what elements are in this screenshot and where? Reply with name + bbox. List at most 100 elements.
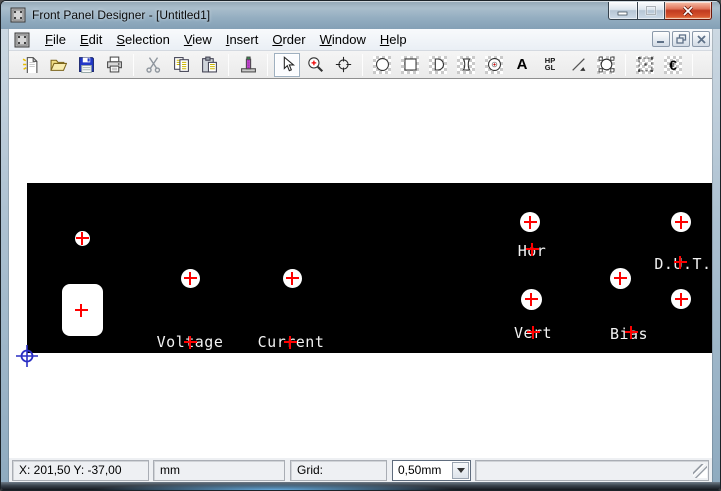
menu-item-order[interactable]: Order — [265, 30, 312, 50]
zoom-icon — [307, 56, 324, 73]
grid-label: Grid: — [290, 460, 387, 481]
resize-grip[interactable] — [693, 464, 707, 478]
anchor-cross — [524, 216, 537, 229]
toolbar-separator — [267, 54, 268, 76]
center-icon-box — [334, 56, 352, 74]
anchor-cross — [75, 304, 88, 317]
menu-item-view[interactable]: View — [177, 30, 219, 50]
circle-button[interactable] — [369, 53, 395, 77]
double-d-button[interactable] — [453, 53, 479, 77]
anchor-cross — [527, 326, 540, 339]
circle-icon — [374, 56, 391, 73]
text-tool-icon: A — [517, 57, 528, 72]
caption-buttons — [608, 2, 712, 20]
anchor-cross — [526, 243, 539, 256]
copy-icon-box — [172, 56, 190, 74]
chevron-down-icon[interactable] — [452, 462, 469, 479]
select-button[interactable] — [274, 53, 300, 77]
grid-size-combobox[interactable]: 0,50mm — [392, 460, 471, 481]
menu-item-window[interactable]: Window — [313, 30, 373, 50]
circle-icon-box — [373, 56, 391, 74]
menu-item-insert[interactable]: Insert — [219, 30, 266, 50]
mdi-restore-button[interactable] — [672, 31, 690, 47]
toolbar-separator — [362, 54, 363, 76]
front-panel-button[interactable] — [235, 53, 261, 77]
new-icon-box — [21, 56, 39, 74]
units-indicator: mm — [153, 460, 285, 481]
line-button[interactable] — [565, 53, 591, 77]
border-button[interactable] — [632, 53, 658, 77]
anchor-cross — [184, 272, 197, 285]
select-icon — [279, 56, 296, 73]
paste-button[interactable] — [196, 53, 222, 77]
menu-item-help[interactable]: Help — [373, 30, 414, 50]
mdi-close-button[interactable] — [692, 31, 710, 47]
cut-button[interactable] — [140, 53, 166, 77]
new-icon — [22, 56, 39, 73]
app-icon[interactable] — [10, 7, 26, 23]
hpgl-button[interactable]: HPGL — [537, 53, 563, 77]
d-shape-icon-box — [429, 56, 447, 74]
center-icon — [335, 56, 352, 73]
copy-icon — [173, 56, 190, 73]
new-button[interactable] — [17, 53, 43, 77]
window-frame-right — [712, 29, 720, 482]
menu-item-file[interactable]: File — [38, 30, 73, 50]
front-panel-icon — [240, 56, 257, 73]
double-d-icon — [458, 56, 475, 73]
anchor-cross — [675, 216, 688, 229]
maximize-button[interactable] — [637, 2, 665, 20]
price-euro-icon: € — [669, 58, 677, 72]
line-icon-box — [569, 56, 587, 74]
origin-marker-icon — [15, 344, 39, 368]
select-icon-box — [278, 56, 296, 74]
rectangle-icon-box — [401, 56, 419, 74]
title-bar[interactable]: Front Panel Designer - [Untitled1] — [1, 1, 720, 29]
menu-item-edit[interactable]: Edit — [73, 30, 109, 50]
line-icon — [570, 56, 587, 73]
front-panel-icon-box — [239, 56, 257, 74]
minimize-button[interactable] — [608, 2, 637, 20]
menu-items: FileEditSelectionViewInsertOrderWindowHe… — [38, 30, 414, 50]
anchor-cross — [286, 272, 299, 285]
front-panel-object[interactable]: VoltageCurrentHorVertBiasD.U.T. — [27, 183, 712, 353]
mdi-minimize-button[interactable] — [652, 31, 670, 47]
print-button[interactable] — [101, 53, 127, 77]
design-canvas[interactable]: VoltageCurrentHorVertBiasD.U.T. — [9, 79, 712, 457]
mdi-close-icon — [697, 35, 706, 44]
rectangle-button[interactable] — [397, 53, 423, 77]
zoom-button[interactable] — [302, 53, 328, 77]
free-contour-button[interactable] — [593, 53, 619, 77]
text-button[interactable]: A — [509, 53, 535, 77]
center-button[interactable] — [330, 53, 356, 77]
toolbar-separator — [133, 54, 134, 76]
toolbar-separator — [228, 54, 229, 76]
paste-icon — [201, 56, 218, 73]
copy-button[interactable] — [168, 53, 194, 77]
d-shape-button[interactable] — [425, 53, 451, 77]
status-bar: X: 201,50 Y: -37,00 mm Grid: 0,50mm — [9, 457, 712, 482]
mdi-document-icon[interactable] — [14, 32, 30, 48]
save-icon — [78, 56, 95, 73]
maximize-icon — [645, 5, 657, 16]
open-button[interactable] — [45, 53, 71, 77]
window-frame-left — [1, 29, 9, 482]
grid-size-value: 0,50mm — [393, 463, 452, 477]
double-d-icon-box — [457, 56, 475, 74]
menu-bar: FileEditSelectionViewInsertOrderWindowHe… — [9, 29, 712, 51]
anchor-cross — [674, 256, 687, 269]
open-icon — [50, 56, 67, 73]
price-button[interactable]: € — [660, 53, 686, 77]
mdi-buttons — [652, 31, 710, 47]
cavity-button[interactable] — [481, 53, 507, 77]
mdi-minimize-icon — [656, 35, 666, 44]
hpgl-icon: HPGL — [545, 58, 555, 71]
close-button[interactable] — [665, 2, 712, 20]
cut-icon — [145, 56, 162, 73]
save-button[interactable] — [73, 53, 99, 77]
anchor-cross — [525, 293, 538, 306]
cavity-icon — [486, 56, 503, 73]
menu-item-selection[interactable]: Selection — [109, 30, 176, 50]
window-frame-bottom — [1, 482, 720, 490]
window-title: Front Panel Designer - [Untitled1] — [32, 8, 210, 22]
